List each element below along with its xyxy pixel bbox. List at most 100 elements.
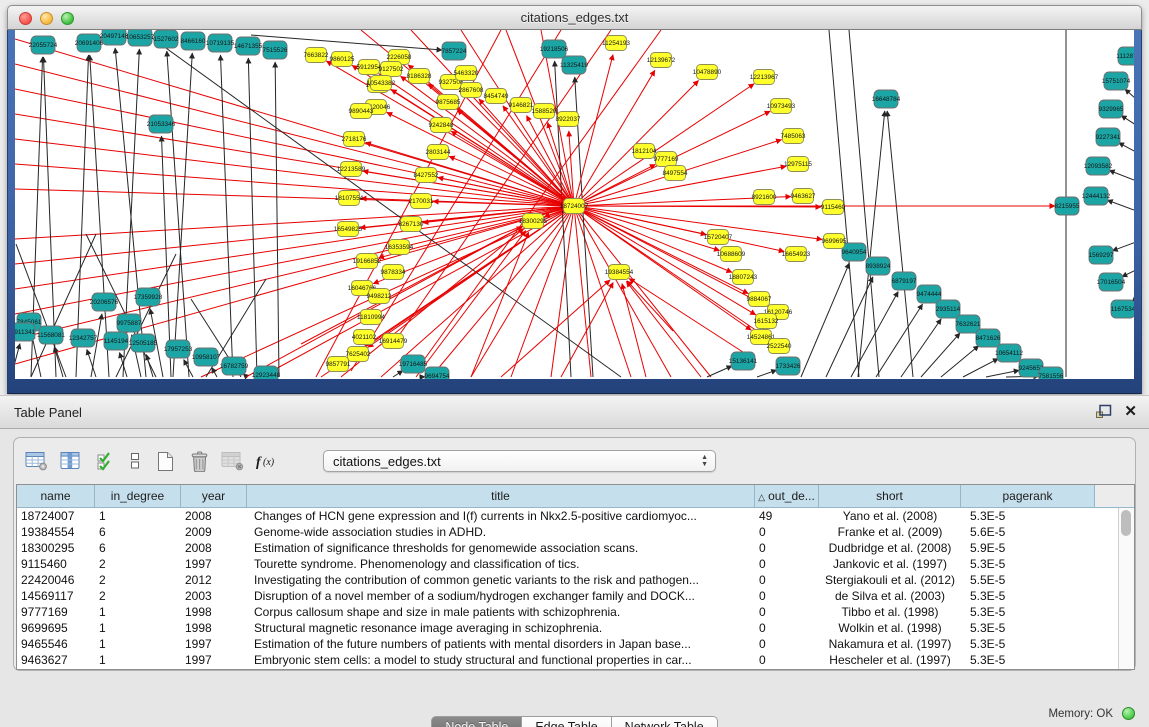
table-cell[interactable]: 0: [755, 636, 819, 652]
table-cell[interactable]: 0: [755, 652, 819, 668]
table-cell[interactable]: 2009: [181, 524, 247, 540]
table-cell[interactable]: 18300295: [17, 540, 95, 556]
table-cell[interactable]: 1998: [181, 604, 247, 620]
table-cell[interactable]: Tourette syndrome. Phenomenology and cla…: [247, 556, 755, 572]
row-height-button[interactable]: [124, 447, 146, 475]
table-cell[interactable]: 1997: [181, 636, 247, 652]
table-cell[interactable]: Dudbridge et al. (2008): [819, 540, 961, 556]
table-cell[interactable]: Structural magnetic resonance image aver…: [247, 620, 755, 636]
table-cell[interactable]: 5.3E-5: [961, 556, 1095, 572]
table-cell[interactable]: Nakamura et al. (1997): [819, 636, 961, 652]
table-cell[interactable]: 2: [95, 572, 181, 588]
table-cell[interactable]: 0: [755, 524, 819, 540]
table-cell[interactable]: Stergiakouli et al. (2012): [819, 572, 961, 588]
table-cell[interactable]: 5.3E-5: [961, 604, 1095, 620]
network-window-titlebar[interactable]: citations_edges.txt: [7, 5, 1142, 30]
table-cell[interactable]: 22420046: [17, 572, 95, 588]
column-header-out_de[interactable]: △out_de...: [755, 485, 819, 508]
table-scrollbar-thumb[interactable]: [1121, 510, 1131, 536]
table-cell[interactable]: 18724007: [17, 508, 95, 524]
column-header-in_degree[interactable]: in_degree: [95, 485, 181, 508]
select-columns-button[interactable]: [90, 447, 120, 475]
table-cell[interactable]: 1: [95, 652, 181, 668]
table-cell[interactable]: 1997: [181, 556, 247, 572]
column-header-name[interactable]: name: [17, 485, 95, 508]
table-cell[interactable]: Embryonic stem cells: a model to study s…: [247, 652, 755, 668]
table-cell[interactable]: 1998: [181, 620, 247, 636]
table-cell[interactable]: 5.6E-5: [961, 524, 1095, 540]
table-cell[interactable]: Jankovic et al. (1997): [819, 556, 961, 572]
table-cell[interactable]: Wolkin et al. (1998): [819, 620, 961, 636]
table-cell[interactable]: de Silva et al. (2003): [819, 588, 961, 604]
table-cell[interactable]: Estimation of significance thresholds fo…: [247, 540, 755, 556]
table-cell[interactable]: 5.3E-5: [961, 588, 1095, 604]
column-header-title[interactable]: title: [247, 485, 755, 508]
table-cell[interactable]: Tibbo et al. (1998): [819, 604, 961, 620]
table-cell[interactable]: 2: [95, 588, 181, 604]
table-cell[interactable]: Disruption of a novel member of a sodium…: [247, 588, 755, 604]
table-cell[interactable]: 0: [755, 556, 819, 572]
table-cell[interactable]: 14569117: [17, 588, 95, 604]
table-cell[interactable]: Corpus callosum shape and size in male p…: [247, 604, 755, 620]
table-row[interactable]: 1872400712008Changes of HCN gene express…: [17, 508, 1134, 524]
table-cell[interactable]: 5.3E-5: [961, 620, 1095, 636]
delete-table-button[interactable]: [184, 447, 214, 475]
table-cell[interactable]: 5.9E-5: [961, 540, 1095, 556]
table-cell[interactable]: 2012: [181, 572, 247, 588]
table-cell[interactable]: 6: [95, 540, 181, 556]
table-cell[interactable]: Investigating the contribution of common…: [247, 572, 755, 588]
show-columns-button[interactable]: [56, 447, 86, 475]
table-settings-button[interactable]: [22, 447, 52, 475]
table-cell[interactable]: Genome-wide association studies in ADHD.: [247, 524, 755, 540]
create-table-button[interactable]: [150, 447, 180, 475]
table-cell[interactable]: 9777169: [17, 604, 95, 620]
table-cell[interactable]: 0: [755, 540, 819, 556]
table-cell[interactable]: 0: [755, 604, 819, 620]
table-row[interactable]: 946554611997Estimation of the future num…: [17, 636, 1134, 652]
table-cell[interactable]: 9699695: [17, 620, 95, 636]
table-cell[interactable]: 5.3E-5: [961, 636, 1095, 652]
table-cell[interactable]: Changes of HCN gene expression and I(f) …: [247, 508, 755, 524]
column-header-pagerank[interactable]: pagerank: [961, 485, 1095, 508]
table-cell[interactable]: 1997: [181, 652, 247, 668]
table-cell[interactable]: 9463627: [17, 652, 95, 668]
table-row[interactable]: 977716911998Corpus callosum shape and si…: [17, 604, 1134, 620]
table-cell[interactable]: 0: [755, 572, 819, 588]
table-cell[interactable]: 2008: [181, 540, 247, 556]
table-cell[interactable]: 19384554: [17, 524, 95, 540]
table-cell[interactable]: 9465546: [17, 636, 95, 652]
column-header-year[interactable]: year: [181, 485, 247, 508]
table-cell[interactable]: 5.5E-5: [961, 572, 1095, 588]
table-cell[interactable]: 5.3E-5: [961, 508, 1095, 524]
table-cell[interactable]: 2008: [181, 508, 247, 524]
table-select[interactable]: citations_edges.txt ▲▼: [323, 450, 716, 472]
table-cell[interactable]: 49: [755, 508, 819, 524]
function-builder-button[interactable]: f(x): [252, 447, 282, 475]
table-row[interactable]: 1456911722003Disruption of a novel membe…: [17, 588, 1134, 604]
table-cell[interactable]: Hescheler et al. (1997): [819, 652, 961, 668]
table-cell[interactable]: 1: [95, 620, 181, 636]
table-row[interactable]: 2242004622012Investigating the contribut…: [17, 572, 1134, 588]
table-cell[interactable]: Estimation of the future numbers of pati…: [247, 636, 755, 652]
table-cell[interactable]: 2: [95, 556, 181, 572]
table-row[interactable]: 1938455462009Genome-wide association stu…: [17, 524, 1134, 540]
table-row[interactable]: 1830029562008Estimation of significance …: [17, 540, 1134, 556]
table-cell[interactable]: 0: [755, 588, 819, 604]
table-row[interactable]: 969969511998Structural magnetic resonanc…: [17, 620, 1134, 636]
table-cell[interactable]: 6: [95, 524, 181, 540]
table-cell[interactable]: 5.3E-5: [961, 652, 1095, 668]
column-header-short[interactable]: short: [819, 485, 961, 508]
float-window-icon[interactable]: [1095, 404, 1112, 419]
table-scrollbar[interactable]: [1118, 508, 1134, 669]
table-cell[interactable]: 2003: [181, 588, 247, 604]
table-cell[interactable]: 9115460: [17, 556, 95, 572]
network-canvas[interactable]: 2205572420691406204971481065325715276028…: [15, 30, 1134, 379]
table-cell[interactable]: Yano et al. (2008): [819, 508, 961, 524]
table-cell[interactable]: 1: [95, 636, 181, 652]
table-row[interactable]: 946362711997Embryonic stem cells: a mode…: [17, 652, 1134, 668]
table-cell[interactable]: 1: [95, 604, 181, 620]
table-row[interactable]: 911546021997Tourette syndrome. Phenomeno…: [17, 556, 1134, 572]
close-panel-icon[interactable]: ✕: [1124, 404, 1137, 419]
table-cell[interactable]: Franke et al. (2009): [819, 524, 961, 540]
table-cell[interactable]: 1: [95, 508, 181, 524]
